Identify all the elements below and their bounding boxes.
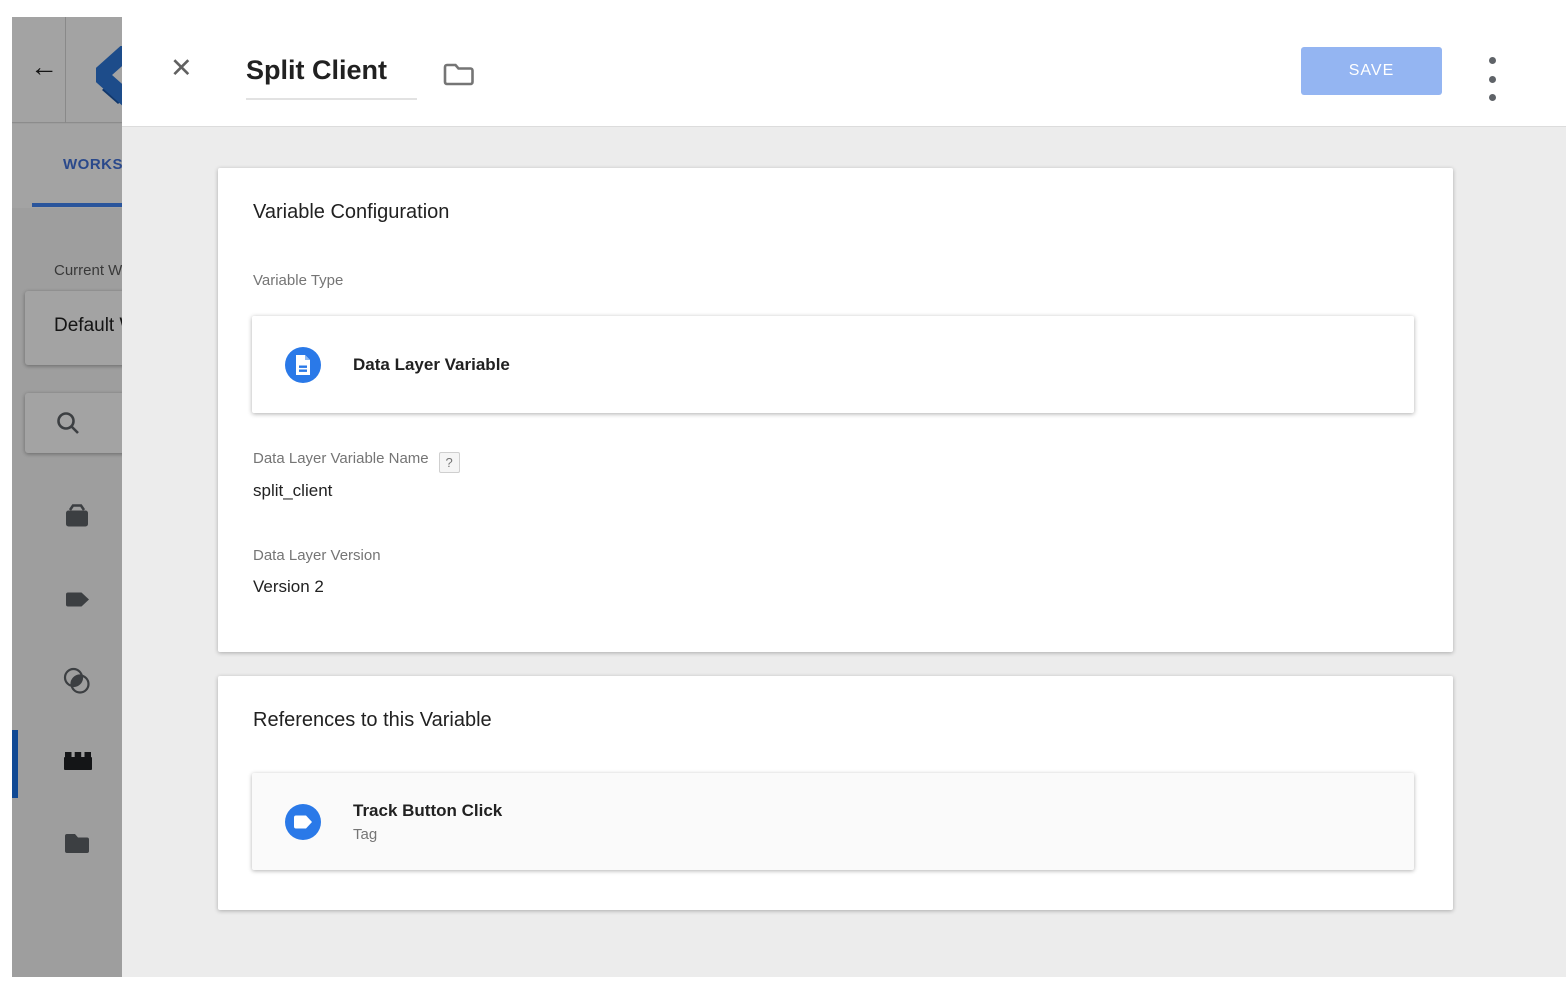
gtm-variable-editor-page: ← WORKSPACE Current Workspace Default Wo… xyxy=(0,0,1566,990)
save-button[interactable]: SAVE xyxy=(1301,47,1442,95)
title-underline xyxy=(246,98,417,100)
overlay-scrim xyxy=(12,17,122,977)
config-card-title: Variable Configuration xyxy=(253,201,449,224)
kebab-dot xyxy=(1489,76,1496,83)
data-layer-variable-icon xyxy=(285,347,321,383)
folder-outline-icon xyxy=(442,61,475,88)
dlv-version-value: Version 2 xyxy=(253,577,324,597)
dlv-name-label: Data Layer Variable Name? xyxy=(253,450,460,473)
variable-type-label: Variable Type xyxy=(253,272,343,289)
variable-type-row[interactable]: Data Layer Variable xyxy=(252,316,1414,413)
kebab-menu-button[interactable] xyxy=(1486,57,1498,101)
kebab-dot xyxy=(1489,57,1496,64)
variable-type-value: Data Layer Variable xyxy=(353,355,510,375)
variable-configuration-card: Variable Configuration Variable Type Dat… xyxy=(218,168,1453,652)
help-icon[interactable]: ? xyxy=(439,452,460,473)
variable-title-input[interactable]: Split Client xyxy=(246,55,387,86)
move-to-folder-button[interactable] xyxy=(442,61,475,93)
tag-reference-icon xyxy=(285,804,321,840)
editor-header: ✕ Split Client SAVE xyxy=(122,17,1566,127)
kebab-dot xyxy=(1489,94,1496,101)
close-icon[interactable]: ✕ xyxy=(170,55,193,82)
dlv-version-label: Data Layer Version xyxy=(253,547,381,564)
reference-title: Track Button Click xyxy=(353,801,502,821)
references-card: References to this Variable Track Button… xyxy=(218,676,1453,910)
editor-body: Variable Configuration Variable Type Dat… xyxy=(122,127,1566,977)
variable-editor-panel: ✕ Split Client SAVE Variable Configurati… xyxy=(122,17,1566,977)
reference-subtitle: Tag xyxy=(353,826,502,843)
reference-row[interactable]: Track Button Click Tag xyxy=(252,773,1414,870)
dlv-name-value: split_client xyxy=(253,481,332,501)
references-card-title: References to this Variable xyxy=(253,709,492,732)
